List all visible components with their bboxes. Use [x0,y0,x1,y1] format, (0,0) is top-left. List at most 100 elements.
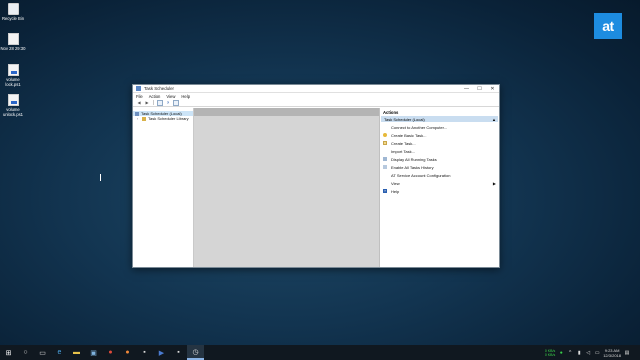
action-label: Create Basic Task... [391,132,427,138]
maximize-button[interactable]: ☐ [473,85,486,93]
submenu-arrow-icon: ▶ [492,180,496,186]
action-create-task[interactable]: Create Task... [380,139,499,147]
keyboard-icon[interactable]: ▭ [594,350,600,356]
folder-icon [142,116,146,121]
action-label: View [391,180,400,186]
task-scheduler-taskbar-icon[interactable]: ◷ [187,345,204,360]
content-panes: Task Scheduler (Local) › Task Scheduler … [133,108,499,267]
collapse-arrow-icon[interactable]: ▲ [492,117,496,122]
powershell-script-icon [7,64,19,76]
desktop-icon-label: Recycle Bin [1,16,25,21]
help-icon: ? [383,189,387,193]
center-pane [194,108,380,267]
action-label: AT Service Account Configuration [391,172,451,178]
network-download-speed: 0 KB/s [544,352,556,357]
text-cursor [100,174,102,181]
edge-browser-icon[interactable]: e [51,345,68,360]
menu-file[interactable]: File [136,94,143,99]
firefox-icon[interactable]: ● [119,345,136,360]
tray-app-icon[interactable]: ● [558,350,564,356]
menu-view[interactable]: View [166,94,175,99]
store-icon[interactable]: ▣ [85,345,102,360]
blank-icon [383,173,387,177]
blank-icon [383,149,387,153]
task-view-icon[interactable]: ▭ [34,345,51,360]
expand-chevron-icon[interactable]: › [135,117,140,121]
action-label: Import Task... [391,148,415,154]
desktop-icon-folder[interactable]: Nov 28 29:30 [0,33,26,51]
network-speed-meter: 0 KB/s 0 KB/s [545,349,555,357]
console-tree: Task Scheduler (Local) › Task Scheduler … [133,108,194,267]
powershell-icon[interactable]: ▶ [153,345,170,360]
network-icon[interactable]: ▮ [576,350,582,356]
action-enable-all-tasks-history[interactable]: Enable All Tasks History [380,163,499,171]
tree-item-label: Task Scheduler Library [148,116,189,121]
action-label: Connect to Another Computer... [391,124,448,130]
action-at-service-account-configuration[interactable]: AT Service Account Configuration [380,171,499,179]
action-label: Display All Running Tasks [391,156,437,162]
action-import-task[interactable]: Import Task... [380,147,499,155]
minimize-button[interactable]: — [460,85,473,93]
desktop-icon-label: volume unlock.ps1 [2,107,24,117]
center-pane-header [194,108,379,116]
start-windows-icon[interactable]: ⊞ [0,345,17,360]
search-icon[interactable]: ○ [17,345,34,360]
action-connect-to-another-computer[interactable]: Connect to Another Computer... [380,123,499,131]
menu-help[interactable]: Help [181,94,190,99]
actions-group-header[interactable]: Task Scheduler (Local) ▲ [381,116,498,122]
wand-icon [383,133,387,137]
actions-pane: Actions Task Scheduler (Local) ▲ Connect… [380,108,499,267]
action-label: Help [391,188,400,194]
chrome-icon[interactable]: ● [102,345,119,360]
task-scheduler-app-icon [136,86,141,91]
recycle-bin-icon [7,3,19,15]
file-icon [7,33,19,45]
powershell-script-icon [7,94,19,106]
watermark-logo: at [594,13,622,39]
toolbar: ◀ ▶ ? [133,99,499,107]
volume-icon[interactable]: ◁ [585,350,591,356]
close-button[interactable]: ✕ [486,85,499,93]
clock-date: 12/3/2018 [603,352,621,358]
new-task-icon [383,141,387,145]
blank-icon [383,181,387,185]
file-explorer-icon[interactable]: ▬ [68,345,85,360]
system-clock[interactable]: 9:23 AM 12/3/2018 [603,348,621,358]
desktop-icon-label: Nov 28 29:30 [0,46,26,51]
back-arrow-icon[interactable]: ◀ [136,100,142,106]
chevron-up-icon[interactable]: ^ [567,350,573,356]
show-hide-console-tree-icon[interactable] [157,99,163,106]
task-scheduler-window[interactable]: Task Scheduler — ☐ ✕ File Action View He… [132,84,500,268]
system-tray: 0 KB/s 0 KB/s ● ^ ▮ ◁ ▭ 9:23 AM 12/3/201… [545,348,640,358]
desktop-icon-volume-lock[interactable]: volume lock.ps1 [0,64,26,87]
action-create-basic-task[interactable]: Create Basic Task... [380,131,499,139]
history-icon [383,165,387,169]
tree-item-task-scheduler-library[interactable]: › Task Scheduler Library [133,116,193,121]
actions-header: Actions [383,110,399,115]
desktop-icon-label: volume lock.ps1 [5,77,21,87]
action-display-all-running-tasks[interactable]: Display All Running Tasks [380,155,499,163]
blank-icon [383,125,387,129]
show-hide-action-pane-icon[interactable] [173,99,179,106]
action-help[interactable]: ? Help [380,187,499,195]
app-icon[interactable]: ▪ [170,345,187,360]
action-view[interactable]: View ▶ [380,179,499,187]
app-icon[interactable]: ▪ [136,345,153,360]
notifications-icon[interactable]: ▤ [624,350,630,356]
window-title: Task Scheduler [144,86,175,91]
clock-time: 9:23 AM [604,347,620,353]
forward-arrow-icon[interactable]: ▶ [144,100,150,106]
action-label: Create Task... [391,140,416,146]
actions-group-label: Task Scheduler (Local) [384,116,425,122]
list-icon [383,157,387,161]
menu-action[interactable]: Action [149,94,161,99]
toolbar-separator [153,100,154,105]
taskbar: ⊞ ○ ▭ e ▬ ▣ ● ● ▪ ▶ ▪ ◷ 0 KB/s 0 KB/s ● … [0,345,640,360]
desktop-icon-volume-unlock[interactable]: volume unlock.ps1 [0,94,26,117]
action-label: Enable All Tasks History [391,164,434,170]
help-icon[interactable]: ? [165,100,171,106]
title-bar[interactable]: Task Scheduler — ☐ ✕ [133,85,499,93]
network-upload-speed: 0 KB/s [544,348,556,353]
clock-icon [135,111,139,116]
desktop-icon-recycle-bin[interactable]: Recycle Bin [0,3,26,21]
